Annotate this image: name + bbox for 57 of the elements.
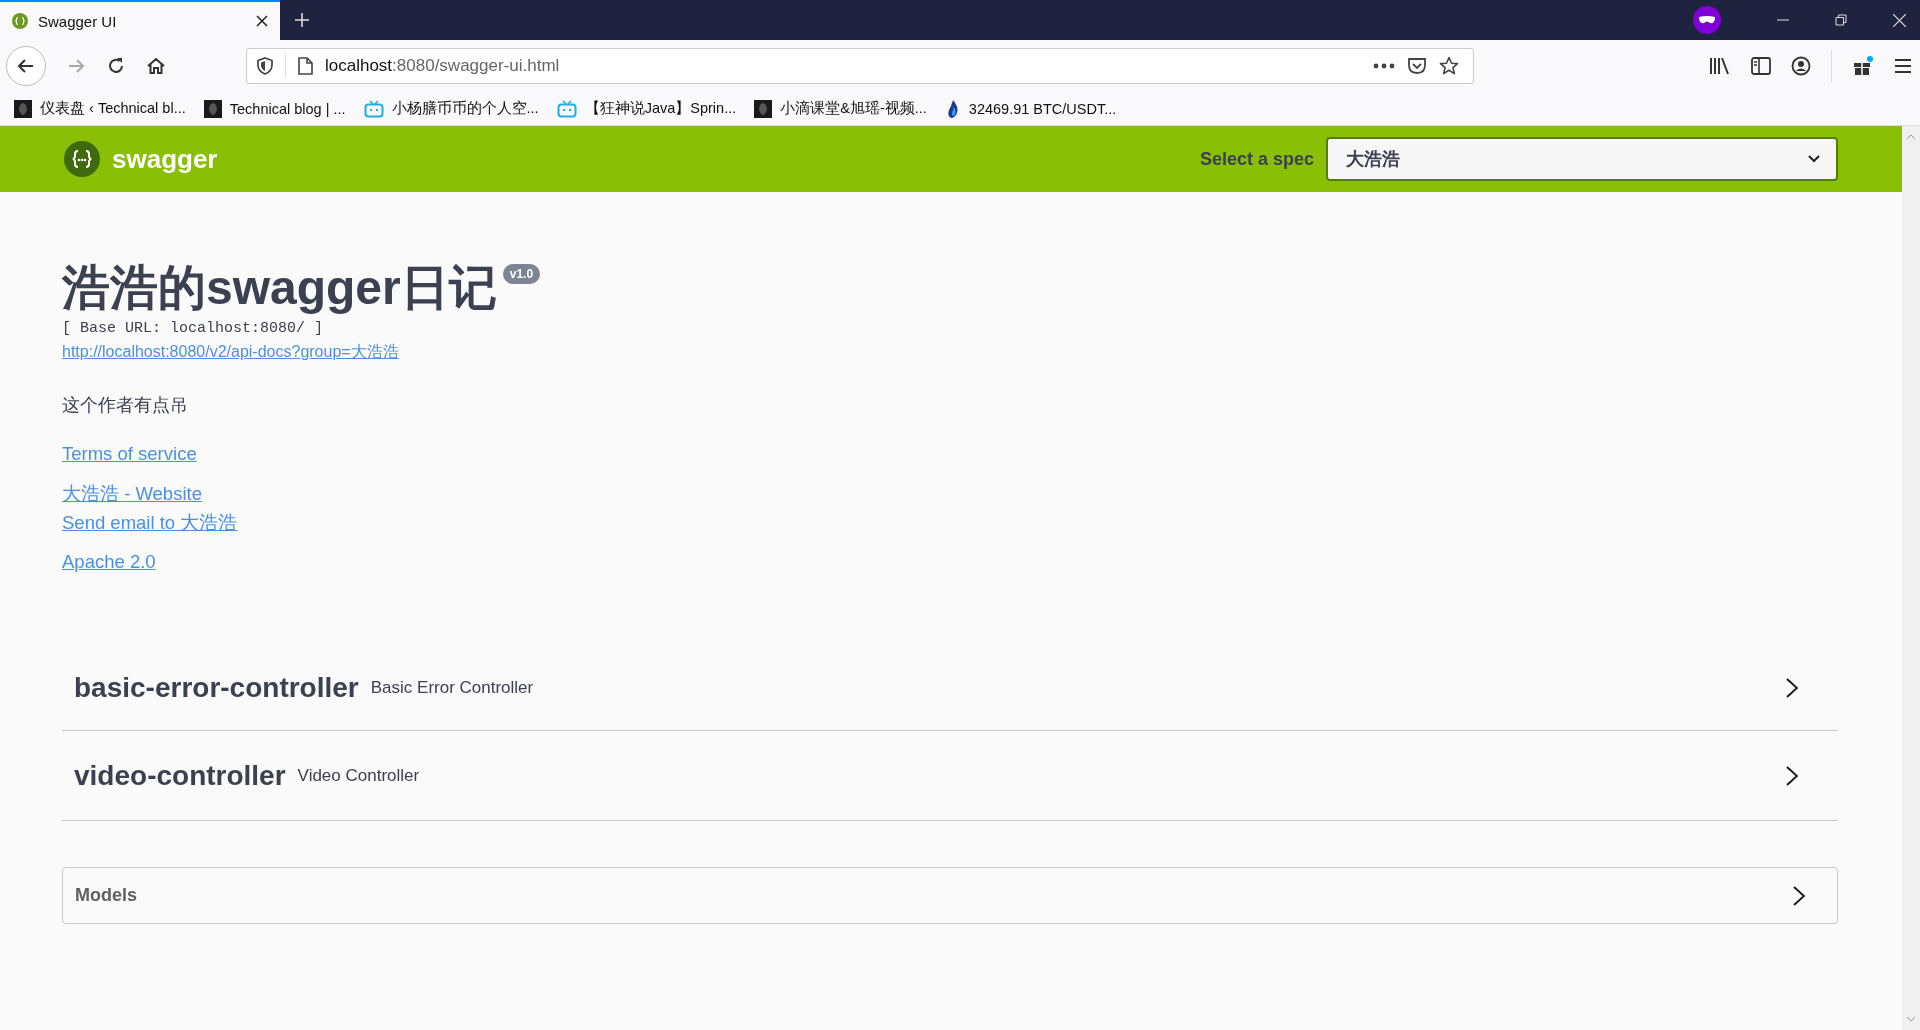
url-text: localhost:8080/swagger-ui.html: [325, 56, 560, 76]
bookmark-item[interactable]: 小杨膳币币的个人空...: [363, 99, 539, 118]
close-tab-icon[interactable]: [256, 15, 268, 27]
star-icon[interactable]: [1439, 56, 1459, 76]
bookmark-favicon-icon: [14, 99, 32, 118]
menu-icon[interactable]: [1894, 58, 1912, 74]
base-url: [ Base URL: localhost:8080/ ]: [62, 320, 325, 337]
sidebar-icon[interactable]: [1751, 57, 1771, 75]
models-title: Models: [75, 885, 137, 906]
address-bar[interactable]: localhost:8080/swagger-ui.html: [246, 48, 1474, 84]
chevron-icon: [1786, 765, 1798, 786]
library-icon[interactable]: [1709, 56, 1731, 76]
bookmark-label: 小滴课堂&旭瑶-视频...: [780, 99, 927, 118]
bookmark-label: 仪表盘 ‹ Technical bl...: [40, 99, 186, 118]
page-icon: [298, 57, 313, 75]
models-section[interactable]: Models: [62, 867, 1838, 924]
reload-icon[interactable]: [106, 56, 126, 76]
swagger-logo-icon: [12, 13, 28, 29]
bookmark-favicon-icon: [754, 99, 773, 118]
bookmark-item[interactable]: 小滴课堂&旭瑶-视频...: [754, 99, 927, 118]
new-tab-icon[interactable]: [294, 12, 310, 28]
version-badge: v1.0: [502, 264, 541, 284]
bookmark-item[interactable]: Technical blog | ...: [203, 99, 346, 118]
bookmark-item[interactable]: 仪表盘 ‹ Technical bl...: [14, 99, 186, 118]
account-icon[interactable]: [1791, 56, 1811, 76]
pocket-icon[interactable]: [1407, 57, 1427, 75]
shield-icon[interactable]: [257, 57, 273, 75]
bookmark-label: 【狂神说Java】Sprin...: [584, 99, 737, 118]
chevron-icon: [1793, 885, 1805, 906]
chevron-down-icon: [1808, 155, 1820, 163]
close-icon[interactable]: [1893, 13, 1906, 27]
api-title: 浩浩的swagger日记: [62, 260, 497, 316]
more-icon[interactable]: [1373, 63, 1395, 69]
tag-section-header[interactable]: basic-error-controller Basic Error Controller: [62, 645, 1838, 731]
bookmark-label: 小杨膳币币的个人空...: [391, 99, 539, 118]
bookmark-label: 32469.91 BTC/USDT...: [968, 100, 1117, 117]
gift-icon[interactable]: [1852, 55, 1874, 77]
chevron-icon: [1786, 677, 1798, 698]
swagger-logo-icon: [64, 141, 100, 177]
logo-text: swagger: [112, 143, 218, 175]
tag-description: Basic Error Controller: [370, 677, 534, 698]
tag-section-header[interactable]: video-controller Video Controller: [62, 731, 1838, 821]
spec-select[interactable]: 大浩浩: [1326, 137, 1838, 181]
tv-icon: [363, 99, 384, 118]
bookmark-favicon-icon: [203, 99, 222, 118]
private-mask-icon: [1693, 6, 1721, 34]
bookmark-item[interactable]: 【狂神说Java】Sprin...: [556, 99, 737, 118]
home-icon[interactable]: [146, 56, 166, 76]
restore-icon[interactable]: [1835, 14, 1847, 26]
tag-description: Video Controller: [297, 765, 420, 786]
tv-icon: [556, 99, 577, 118]
bookmark-item[interactable]: 32469.91 BTC/USDT...: [944, 98, 1117, 119]
select-label: Select a spec: [1199, 148, 1314, 170]
bookmark-label: Technical blog | ...: [229, 100, 346, 117]
api-description: 这个作者有点吊: [62, 394, 189, 417]
browser-tab[interactable]: Swagger UI: [0, 0, 280, 40]
back-button[interactable]: [6, 46, 46, 86]
